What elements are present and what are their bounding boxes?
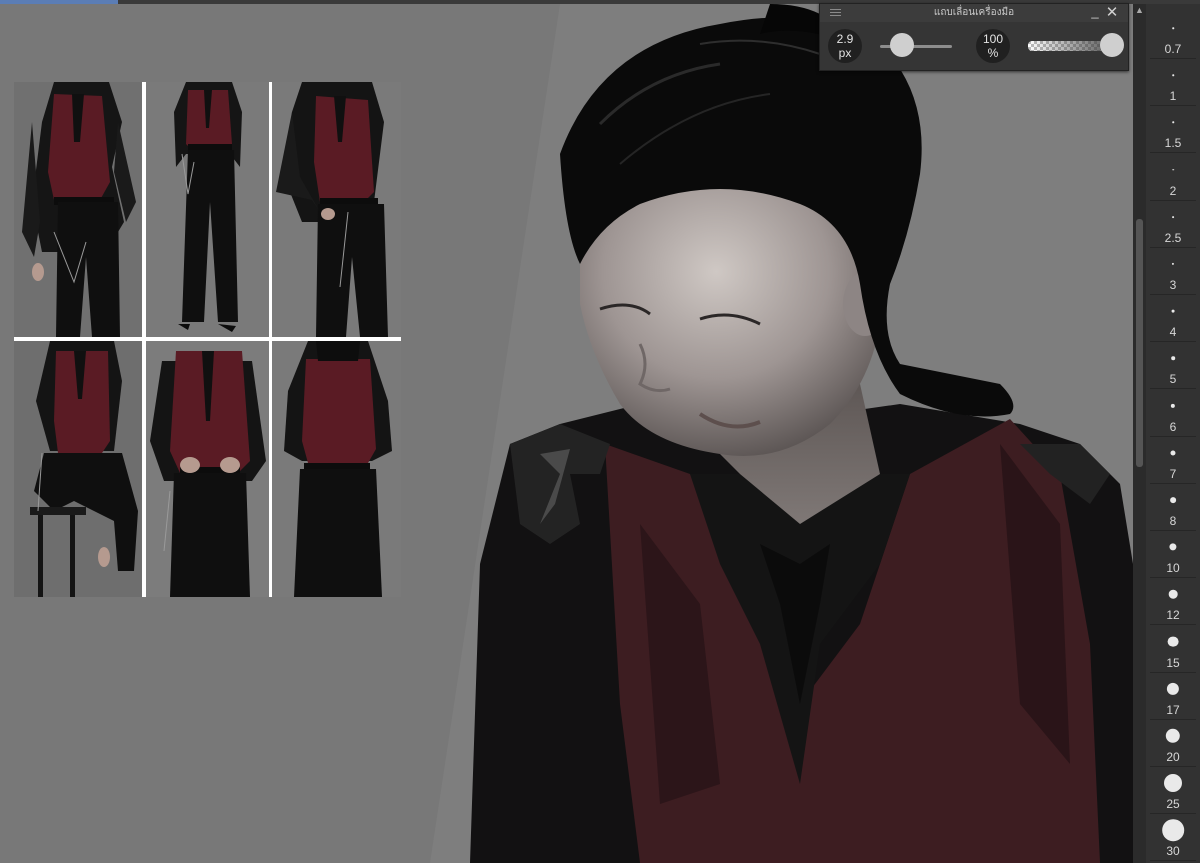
- brush-size-dot-icon: [1172, 168, 1174, 171]
- brush-size-preset[interactable]: 2.5: [1150, 201, 1196, 248]
- brush-size-label: 1: [1169, 89, 1177, 104]
- brush-size-dot-icon: [1170, 403, 1176, 408]
- brush-size-preset[interactable]: 12: [1150, 578, 1196, 626]
- brush-size-preset[interactable]: 20: [1150, 720, 1196, 767]
- brush-size-label: 25: [1166, 797, 1180, 812]
- brush-size-label: 17: [1166, 702, 1180, 717]
- brush-size-dot-icon: [1171, 309, 1175, 313]
- brush-size-label: 12: [1166, 608, 1180, 623]
- brush-size-label: 15: [1166, 655, 1180, 670]
- brush-size-preset[interactable]: 15: [1150, 626, 1196, 673]
- brush-size-preset[interactable]: 10: [1150, 531, 1196, 579]
- brush-size-dot-icon: [1172, 74, 1174, 76]
- brush-size-label: 2.5: [1164, 230, 1182, 245]
- canvas-vertical-scrollbar[interactable]: ▲: [1133, 4, 1146, 863]
- brush-size-readout[interactable]: 2.9 px: [828, 29, 862, 63]
- brush-size-preset[interactable]: 6: [1150, 390, 1196, 437]
- brush-size-label: 30: [1166, 844, 1180, 859]
- brush-size-label: 6: [1169, 419, 1177, 434]
- brush-size-preset[interactable]: 5: [1150, 342, 1196, 390]
- brush-size-preset[interactable]: 0.7: [1150, 12, 1196, 59]
- brush-size-dot-icon: [1172, 215, 1174, 218]
- window-title: แถบเลื่อนเครื่องมือ: [933, 7, 1015, 18]
- opacity-readout[interactable]: 100 %: [976, 29, 1010, 63]
- brush-size-dot-icon: [1171, 262, 1175, 266]
- brush-size-value: 2.9: [836, 32, 854, 46]
- brush-size-preset[interactable]: 7: [1150, 437, 1196, 484]
- brush-size-dot-icon: [1170, 497, 1176, 503]
- brush-size-preset[interactable]: 25: [1150, 767, 1196, 815]
- close-button[interactable]: ✕: [1104, 5, 1120, 21]
- brush-size-label: 0.7: [1164, 42, 1182, 56]
- minimize-button[interactable]: _: [1088, 5, 1102, 21]
- brush-size-label: 7: [1169, 466, 1177, 481]
- brush-size-dot-icon: [1164, 774, 1182, 793]
- brush-size-dot-icon: [1165, 728, 1181, 744]
- brush-size-label: 20: [1166, 750, 1180, 764]
- opacity-slider-knob[interactable]: [1100, 33, 1124, 57]
- brush-size-label: 2: [1169, 183, 1177, 198]
- drawing-canvas[interactable]: [0, 4, 1133, 863]
- brush-size-dot-icon: [1162, 819, 1184, 842]
- brush-size-dot-icon: [1171, 356, 1175, 361]
- brush-size-label: 5: [1169, 372, 1177, 387]
- brush-size-preset[interactable]: 2: [1150, 154, 1196, 201]
- brush-size-preset[interactable]: 17: [1150, 673, 1196, 720]
- brush-size-slider-knob[interactable]: [889, 33, 914, 57]
- brush-size-dot-icon: [1166, 682, 1180, 695]
- brush-size-label: 10: [1166, 561, 1180, 576]
- chevron-up-icon[interactable]: ▲: [1133, 4, 1146, 17]
- brush-size-label: 1.5: [1164, 136, 1182, 151]
- opacity-unit: %: [987, 46, 999, 60]
- brush-size-label: 4: [1169, 325, 1177, 340]
- brush-size-preset[interactable]: 30: [1150, 814, 1196, 862]
- brush-size-dot-icon: [1170, 450, 1176, 456]
- brush-size-preset[interactable]: 1.5: [1150, 106, 1196, 154]
- scrollbar-thumb[interactable]: [1136, 219, 1143, 467]
- opacity-value: 100: [982, 32, 1004, 46]
- brush-size-preset[interactable]: 4: [1150, 295, 1196, 343]
- brush-size-preset[interactable]: 3: [1150, 248, 1196, 295]
- brush-size-dot-icon: [1167, 636, 1179, 647]
- brush-size-panel: 0.7 1 1.5 2 2.5 3 4 5 6 7 8 10 12 15 17 20 25 30: [1146, 4, 1200, 863]
- brush-size-label: 8: [1169, 514, 1177, 528]
- brush-size-unit: px: [838, 46, 852, 60]
- brush-size-preset[interactable]: 8: [1150, 484, 1196, 531]
- brush-size-dot-icon: [1172, 27, 1174, 29]
- brush-size-dot-icon: [1168, 590, 1178, 599]
- brush-size-preset[interactable]: 1: [1150, 59, 1196, 107]
- brush-size-label: 3: [1169, 278, 1177, 292]
- slider-area: 2.9 px 100 %: [820, 22, 1128, 70]
- tool-slider-window: แถบเลื่อนเครื่องมือ _ ✕ 2.9 px 100 %: [819, 3, 1129, 71]
- brush-size-dot-icon: [1172, 121, 1174, 124]
- brush-size-dot-icon: [1169, 543, 1177, 551]
- portrait-painting: [430, 4, 1133, 863]
